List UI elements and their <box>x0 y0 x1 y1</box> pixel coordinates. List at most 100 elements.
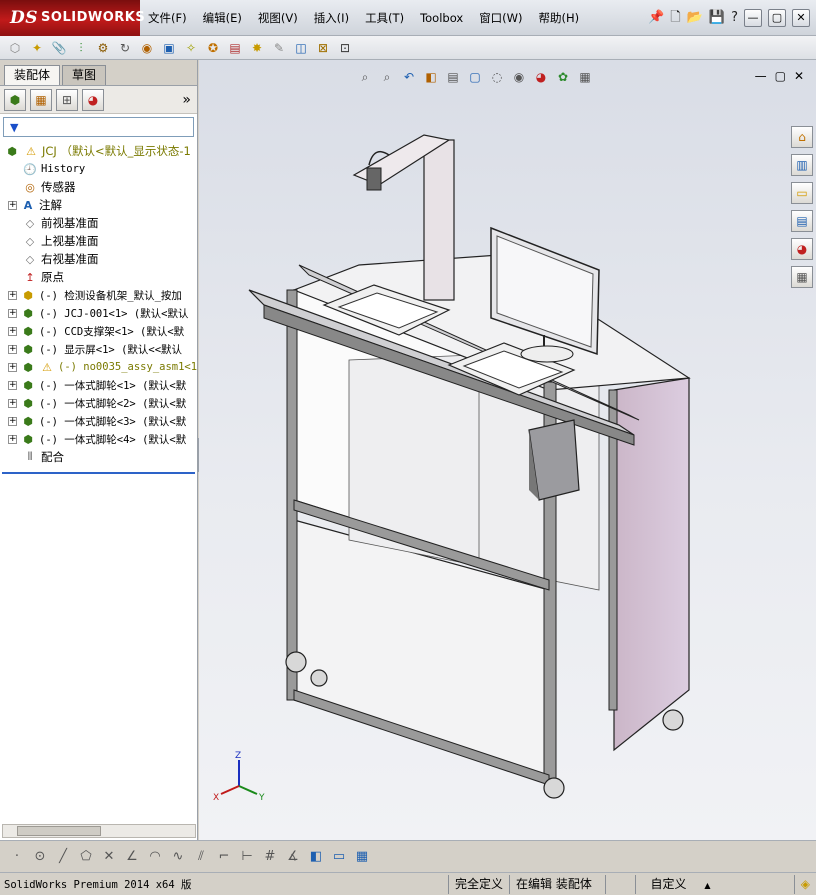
previous-view-icon[interactable]: ↶ <box>401 69 417 85</box>
tree-filter[interactable]: ▼ <box>3 117 194 137</box>
tree-item-component[interactable]: + ⬢ (-) 一体式脚轮<3> (默认<默 <box>0 412 197 430</box>
mate-icon[interactable]: 📎 <box>50 39 68 57</box>
spline-icon[interactable]: ∿ <box>169 848 187 866</box>
more-tabs-icon[interactable]: » <box>182 92 191 108</box>
display-manager-icon[interactable]: ◕ <box>82 88 104 111</box>
front-view-icon[interactable]: ▭ <box>330 848 348 866</box>
units-selector[interactable]: 自定义 ▲ <box>635 874 725 894</box>
expand-icon[interactable]: + <box>8 344 17 354</box>
circle-icon[interactable]: ⊙ <box>31 848 49 866</box>
rollback-bar[interactable] <box>2 472 195 474</box>
show-hidden-icon[interactable]: ◉ <box>138 39 156 57</box>
tree-item-component-warning[interactable]: + ⬢ ⚠ (-) no0035_assy_asm1<1> <box>0 358 197 376</box>
zoom-to-fit-icon[interactable]: ⌕ <box>357 69 373 85</box>
menu-insert[interactable]: 插入(I) <box>306 0 357 36</box>
point-icon[interactable]: · <box>8 848 26 866</box>
tree-item-component[interactable]: + ⬢ (-) 一体式脚轮<2> (默认<默 <box>0 394 197 412</box>
polygon-icon[interactable]: ⬠ <box>77 848 95 866</box>
smart-fasteners-icon[interactable]: ⚙ <box>94 39 112 57</box>
tree-item-sensors[interactable]: ◎ 传感器 <box>0 178 197 196</box>
dynamic-annotation-icon[interactable]: ▤ <box>445 69 461 85</box>
edit-appearance-icon[interactable]: ◕ <box>533 69 549 85</box>
property-manager-icon[interactable]: ▦ <box>30 88 52 111</box>
interference-detection-icon[interactable]: ◫ <box>292 39 310 57</box>
exploded-view-icon[interactable]: ✸ <box>248 39 266 57</box>
clearance-verification-icon[interactable]: ⊠ <box>314 39 332 57</box>
feature-manager-icon[interactable]: ⬢ <box>4 88 26 111</box>
file-explorer-icon[interactable]: ▭ <box>791 182 813 204</box>
table-icon[interactable]: ▦ <box>353 848 371 866</box>
new-motion-study-icon[interactable]: ✪ <box>204 39 222 57</box>
tree-item-component[interactable]: + ⬢ (-) JCJ-001<1> (默认<默认 <box>0 304 197 322</box>
tree-item-mates[interactable]: ⫴ 配合 <box>0 448 197 466</box>
new-document-icon[interactable]: 🗋 <box>670 11 680 24</box>
expand-icon[interactable]: + <box>8 434 17 444</box>
linear-pattern-icon[interactable]: ⫶ <box>72 39 90 57</box>
help-icon[interactable]: ? <box>731 11 738 24</box>
tree-item-component[interactable]: + ⬢ (-) CCD支撑架<1> (默认<默 <box>0 322 197 340</box>
explode-line-sketch-icon[interactable]: ✎ <box>270 39 288 57</box>
view-orientation-icon[interactable]: ▢ <box>467 69 483 85</box>
trim-icon[interactable]: ✕ <box>100 848 118 866</box>
tree-item-component[interactable]: + ⬢ (-) 一体式脚轮<1> (默认<默 <box>0 376 197 394</box>
expand-icon[interactable]: + <box>8 416 17 426</box>
expand-icon[interactable]: + <box>8 308 17 318</box>
expand-icon[interactable]: + <box>8 398 17 408</box>
menu-tools[interactable]: 工具(T) <box>357 0 412 36</box>
angle-icon[interactable]: ∡ <box>284 848 302 866</box>
instant3d-icon[interactable]: ⊡ <box>336 39 354 57</box>
minimize-button[interactable]: — <box>744 8 762 27</box>
viewport-minimize-icon[interactable]: — <box>755 69 767 83</box>
tree-item-origin[interactable]: ↥ 原点 <box>0 268 197 286</box>
display-style-icon[interactable]: ◌ <box>489 69 505 85</box>
assembly-features-icon[interactable]: ▣ <box>160 39 178 57</box>
tree-item-history[interactable]: 🕘 History <box>0 160 197 178</box>
open-folder-icon[interactable]: 📂 <box>687 11 703 24</box>
expand-icon[interactable]: + <box>8 290 17 300</box>
solidworks-resources-icon[interactable]: ⌂ <box>791 126 813 148</box>
hide-show-items-icon[interactable]: ◉ <box>511 69 527 85</box>
arc-icon[interactable]: ◠ <box>146 848 164 866</box>
move-component-icon[interactable]: ↻ <box>116 39 134 57</box>
bill-of-materials-icon[interactable]: ▤ <box>226 39 244 57</box>
expand-icon[interactable]: + <box>8 380 17 390</box>
tree-item-right-plane[interactable]: ◇ 右视基准面 <box>0 250 197 268</box>
scrollbar-thumb[interactable] <box>17 826 101 836</box>
tree-item-annotations[interactable]: + A 注解 <box>0 196 197 214</box>
apply-scene-icon[interactable]: ✿ <box>555 69 571 85</box>
insert-component-icon[interactable]: ✦ <box>28 39 46 57</box>
line-icon[interactable]: ╱ <box>54 848 72 866</box>
menu-edit[interactable]: 编辑(E) <box>195 0 250 36</box>
expand-icon[interactable]: + <box>8 200 17 210</box>
menu-window[interactable]: 窗口(W) <box>471 0 530 36</box>
offset-icon[interactable]: ⫽ <box>192 848 210 866</box>
viewport-close-icon[interactable]: ✕ <box>794 69 804 83</box>
graphics-area[interactable]: ⌕ ⌕ ↶ ◧ ▤ ▢ ◌ ◉ ◕ ✿ ▦ — ▢ ✕ ⌂ ▥ ▭ ▤ ◕ ▦ <box>199 60 816 840</box>
menu-help[interactable]: 帮助(H) <box>531 0 588 36</box>
menu-toolbox[interactable]: Toolbox <box>412 0 471 36</box>
view-palette-icon[interactable]: ▤ <box>791 210 813 232</box>
save-icon[interactable]: 💾 <box>709 11 725 24</box>
custom-properties-icon[interactable]: ▦ <box>791 266 813 288</box>
expand-icon[interactable]: + <box>8 362 17 372</box>
pin-icon[interactable]: 📌 <box>648 11 664 24</box>
menu-file[interactable]: 文件(F) <box>140 0 195 36</box>
tree-horizontal-scrollbar[interactable] <box>2 824 196 838</box>
view-settings-icon[interactable]: ▦ <box>577 69 593 85</box>
menu-view[interactable]: 视图(V) <box>250 0 306 36</box>
restore-button[interactable]: ▢ <box>768 8 786 27</box>
appearances-icon[interactable]: ◕ <box>791 238 813 260</box>
isometric-view-icon[interactable]: ◧ <box>307 848 325 866</box>
tree-item-front-plane[interactable]: ◇ 前视基准面 <box>0 214 197 232</box>
viewport-restore-icon[interactable]: ▢ <box>775 69 786 83</box>
zoom-to-area-icon[interactable]: ⌕ <box>379 69 395 85</box>
tree-item-component[interactable]: + ⬢ (-) 检测设备机架_默认_按加 <box>0 286 197 304</box>
section-view-icon[interactable]: ◧ <box>423 69 439 85</box>
configuration-manager-icon[interactable]: ⊞ <box>56 88 78 111</box>
design-library-icon[interactable]: ▥ <box>791 154 813 176</box>
close-button[interactable]: ✕ <box>792 8 810 27</box>
new-component-icon[interactable]: ⬡ <box>6 39 24 57</box>
tree-item-component[interactable]: + ⬢ (-) 显示屏<1> (默认<<默认 <box>0 340 197 358</box>
expand-icon[interactable]: + <box>8 326 17 336</box>
reference-geometry-icon[interactable]: ✧ <box>182 39 200 57</box>
